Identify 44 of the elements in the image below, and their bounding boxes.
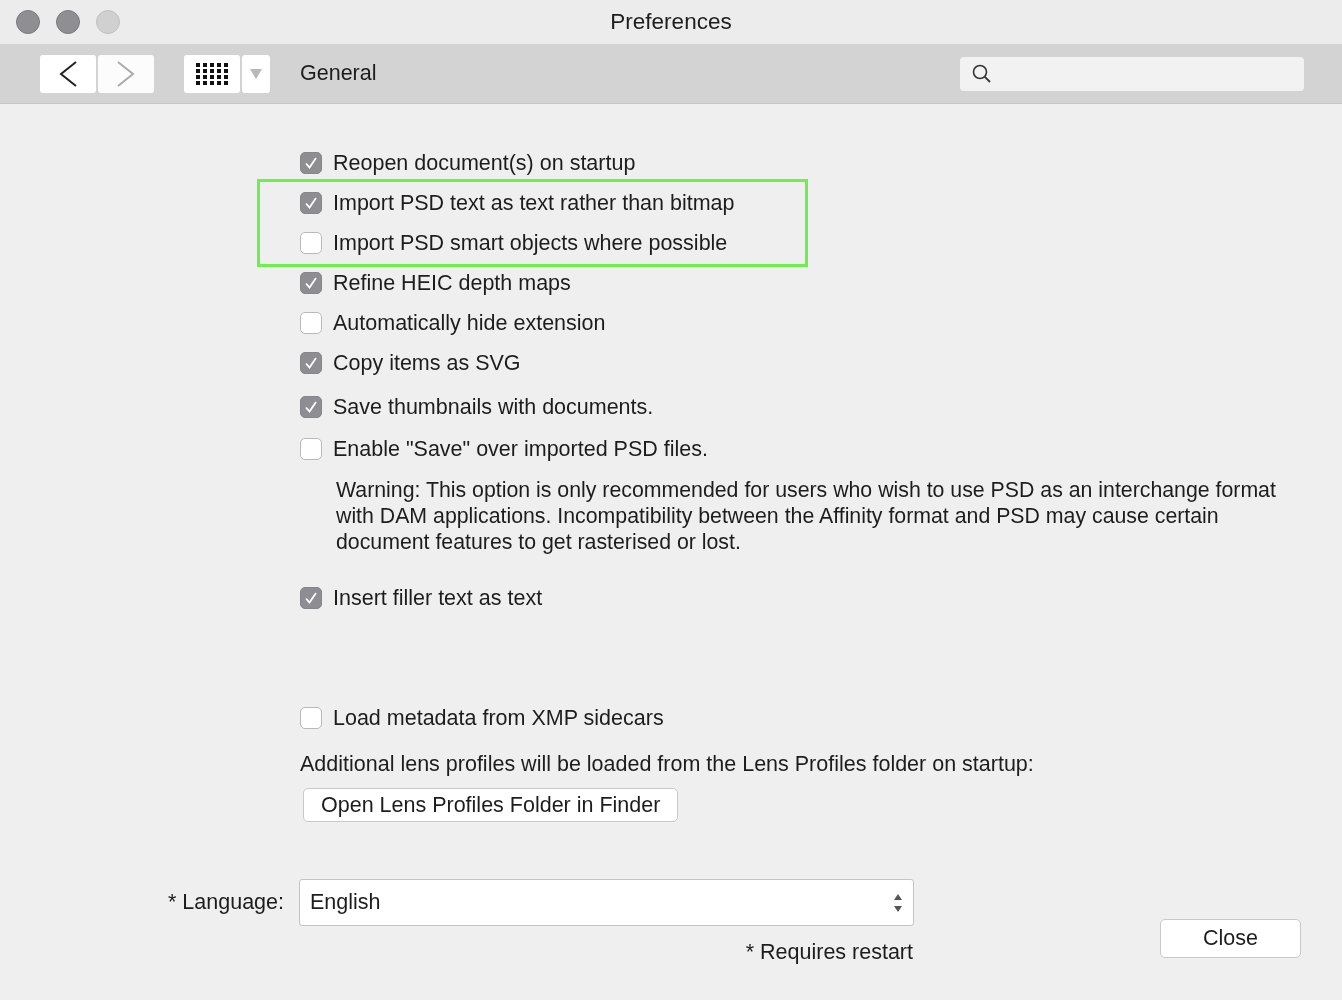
checkmark-icon (303, 275, 319, 291)
checkbox[interactable] (300, 272, 322, 294)
triangle-down-icon (250, 68, 262, 79)
close-button[interactable]: Close (1160, 919, 1301, 958)
checkbox-label: Automatically hide extension (333, 310, 606, 336)
back-button[interactable] (40, 54, 96, 93)
checkbox-label: Reopen document(s) on startup (333, 150, 636, 176)
checkbox[interactable] (300, 312, 322, 334)
grid-view-button[interactable] (184, 54, 240, 93)
checkbox-label: Import PSD text as text rather than bitmap (333, 190, 735, 216)
checkbox-label: Insert filler text as text (333, 585, 543, 611)
warning-text: Warning: This option is only recommended for users who wish to use PSD as an interchange format with DAM applications. Incompatibility between the Affinity format and PSD may cause certain document features to get rasterised or lost. (336, 477, 1277, 555)
search-field[interactable] (960, 56, 1304, 91)
checkbox-label: Enable "Save" over imported PSD files. (333, 436, 708, 462)
checkbox-label: Save thumbnails with documents. (333, 394, 654, 420)
restart-note: * Requires restart (744, 940, 913, 965)
checkbox-label: Load metadata from XMP sidecars (333, 705, 664, 731)
checkbox[interactable] (300, 438, 322, 460)
checkmark-icon (303, 355, 319, 371)
checkbox-label: Import PSD smart objects where possible (333, 230, 728, 256)
info-text: Additional lens profiles will be loaded from the Lens Profiles folder on startup: (300, 752, 1035, 777)
checkbox-label: Refine HEIC depth maps (333, 270, 571, 296)
checkbox[interactable] (300, 396, 322, 418)
checkbox[interactable] (300, 707, 322, 729)
grid-icon (196, 62, 228, 85)
checkbox[interactable] (300, 152, 322, 174)
window-title: Preferences (610, 9, 732, 35)
dropdown-button[interactable] (242, 54, 270, 93)
checkbox-label: Copy items as SVG (333, 350, 521, 376)
checkmark-icon (303, 155, 319, 171)
checkmark-icon (303, 399, 319, 415)
close-window-button[interactable] (16, 10, 40, 34)
checkmark-icon (303, 195, 319, 211)
checkbox[interactable] (300, 352, 322, 374)
language-label: * Language: (167, 890, 284, 915)
minimize-window-button[interactable] (56, 10, 80, 34)
checkbox[interactable] (300, 192, 322, 214)
language-select[interactable]: English (299, 879, 914, 926)
checkbox[interactable] (300, 587, 322, 609)
section-title: General (300, 61, 377, 86)
search-icon (972, 63, 992, 84)
open-folder-button[interactable]: Open Lens Profiles Folder in Finder (303, 788, 679, 822)
checkbox[interactable] (300, 232, 322, 254)
checkmark-icon (303, 590, 319, 606)
